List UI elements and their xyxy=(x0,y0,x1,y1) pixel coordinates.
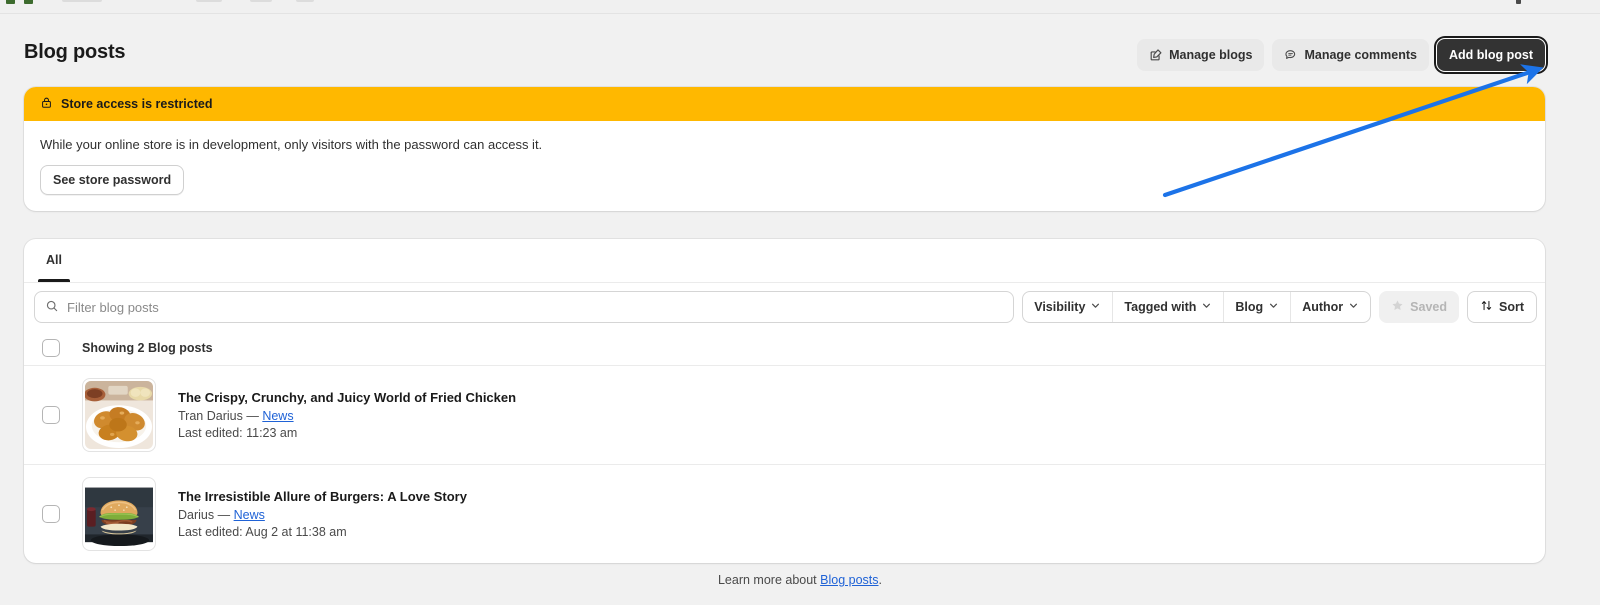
blog-posts-card: All Visibility xyxy=(24,239,1545,563)
saved-filters-label: Saved xyxy=(1410,300,1447,314)
add-blog-post-label: Add blog post xyxy=(1448,47,1533,62)
chrome-dark-glyph xyxy=(1516,0,1521,4)
search-icon xyxy=(45,299,59,316)
banner-body: While your online store is in developmen… xyxy=(24,121,1545,211)
footer-learn-more: Learn more about Blog posts. xyxy=(0,573,1600,587)
post-title: The Irresistible Allure of Burgers: A Lo… xyxy=(178,489,467,504)
banner-header: Store access is restricted xyxy=(24,87,1545,121)
post-info: The Irresistible Allure of Burgers: A Lo… xyxy=(178,489,467,539)
filter-toolbar: Visibility Tagged with Blog xyxy=(24,283,1545,331)
post-info: The Crispy, Crunchy, and Juicy World of … xyxy=(178,390,516,440)
search-input[interactable] xyxy=(67,299,1004,315)
manage-comments-label: Manage comments xyxy=(1304,47,1417,62)
comment-icon xyxy=(1284,48,1298,62)
post-meta-separator: — xyxy=(217,508,231,522)
chrome-green-glyph-1 xyxy=(6,0,15,4)
tab-all[interactable]: All xyxy=(34,239,74,282)
row-checkbox[interactable] xyxy=(42,505,60,523)
page-header: Blog posts Manage blogs Manage comments … xyxy=(24,33,1545,79)
select-all-checkbox[interactable] xyxy=(42,339,60,357)
lock-icon xyxy=(40,96,53,112)
footer-blog-posts-link[interactable]: Blog posts xyxy=(820,573,878,587)
manage-comments-button[interactable]: Manage comments xyxy=(1272,39,1429,71)
fried-chicken-photo xyxy=(85,381,153,449)
row-checkbox[interactable] xyxy=(42,406,60,424)
page-title: Blog posts xyxy=(24,41,126,63)
tab-bar: All xyxy=(24,239,1545,283)
chevron-down-icon xyxy=(1201,300,1212,314)
table-row[interactable]: The Crispy, Crunchy, and Juicy World of … xyxy=(24,365,1545,464)
chrome-grey-glyph-2 xyxy=(196,0,222,2)
post-thumbnail xyxy=(82,477,156,551)
banner-title: Store access is restricted xyxy=(61,97,213,111)
post-author: Tran Darius xyxy=(178,409,243,423)
saved-filters-button[interactable]: Saved xyxy=(1379,291,1459,323)
edit-square-icon xyxy=(1149,48,1163,62)
manage-blogs-label: Manage blogs xyxy=(1169,47,1253,62)
manage-blogs-button[interactable]: Manage blogs xyxy=(1137,39,1265,71)
filter-tagged-with[interactable]: Tagged with xyxy=(1113,292,1225,322)
store-access-banner: Store access is restricted While your on… xyxy=(24,87,1545,211)
sort-arrows-icon xyxy=(1480,299,1493,315)
post-title: The Crispy, Crunchy, and Juicy World of … xyxy=(178,390,517,405)
select-all-row: Showing 2 Blog posts xyxy=(24,331,1545,365)
top-chrome-strip xyxy=(0,0,1600,14)
filter-author-label: Author xyxy=(1302,300,1344,314)
filter-visibility[interactable]: Visibility xyxy=(1023,292,1114,322)
chevron-down-icon xyxy=(1348,300,1359,314)
filter-blog-label: Blog xyxy=(1235,300,1264,314)
filter-tagged-with-label: Tagged with xyxy=(1124,300,1197,314)
post-thumbnail xyxy=(82,378,156,452)
footer-prefix: Learn more about xyxy=(717,573,821,587)
post-last-edited: Last edited: Aug 2 at 11:38 am xyxy=(178,525,347,539)
post-meta: Darius — News xyxy=(178,508,467,522)
chevron-down-icon xyxy=(1090,300,1101,314)
post-blog-link[interactable]: News xyxy=(262,409,293,423)
page-root: Blog posts Manage blogs Manage comments … xyxy=(0,15,1600,605)
header-actions: Manage blogs Manage comments Add blog po… xyxy=(1137,39,1545,71)
filter-author[interactable]: Author xyxy=(1291,292,1370,322)
filter-blog[interactable]: Blog xyxy=(1224,292,1292,322)
star-icon xyxy=(1391,299,1404,315)
see-store-password-button[interactable]: See store password xyxy=(40,165,185,195)
burger-photo xyxy=(85,480,153,548)
chrome-grey-glyph-3 xyxy=(250,0,272,2)
footer-suffix: . xyxy=(878,573,882,587)
post-meta: Tran Darius — News xyxy=(178,409,516,423)
sort-button-label: Sort xyxy=(1499,300,1524,314)
add-blog-post-button[interactable]: Add blog post xyxy=(1436,39,1545,71)
filter-visibility-label: Visibility xyxy=(1034,300,1086,314)
post-author: Darius xyxy=(178,508,215,522)
chrome-green-glyph-2 xyxy=(24,0,33,4)
filter-pill-group: Visibility Tagged with Blog Author xyxy=(1022,291,1372,323)
post-meta-separator: — xyxy=(246,409,259,423)
chrome-grey-glyph-1 xyxy=(62,0,102,2)
post-blog-link[interactable]: News xyxy=(234,508,265,522)
tab-all-label: All xyxy=(46,253,62,267)
showing-count-label: Showing 2 Blog posts xyxy=(82,341,213,355)
sort-button[interactable]: Sort xyxy=(1467,291,1537,323)
chrome-grey-glyph-4 xyxy=(296,0,314,2)
banner-description: While your online store is in developmen… xyxy=(40,137,543,152)
post-last-edited: Last edited: 11:23 am xyxy=(178,426,298,440)
search-field-wrapper[interactable] xyxy=(34,291,1015,323)
table-row[interactable]: The Irresistible Allure of Burgers: A Lo… xyxy=(24,464,1545,563)
chevron-down-icon xyxy=(1268,300,1279,314)
